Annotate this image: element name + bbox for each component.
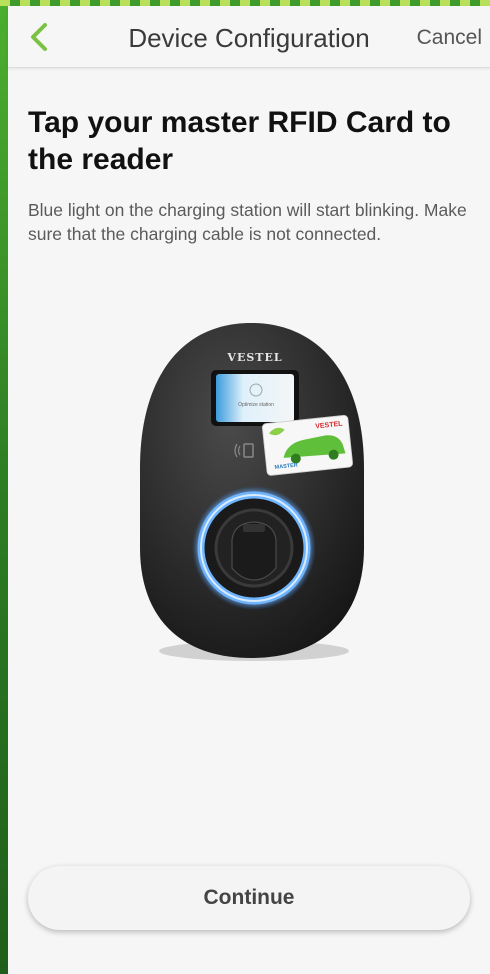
charger-display [216,374,294,422]
master-rfid-card: VESTEL MASTER [261,415,353,476]
device-configuration-screen: Device Configuration Cancel Tap your mas… [8,6,490,974]
charger-brand-label: VESTEL [226,351,282,364]
navigation-bar: Device Configuration Cancel [8,6,490,68]
background-frame-left [0,0,8,974]
charger-display-text: Optimize station [238,402,274,408]
charging-station-illustration: VESTEL Optimize station VESTEL MASTER [136,318,366,662]
continue-button[interactable]: Continue [28,866,470,930]
cancel-button[interactable]: Cancel [417,26,482,50]
instruction-description: Blue light on the charging station will … [28,200,467,244]
instruction-headline: Tap your master RFID Card to the reader [28,106,451,176]
